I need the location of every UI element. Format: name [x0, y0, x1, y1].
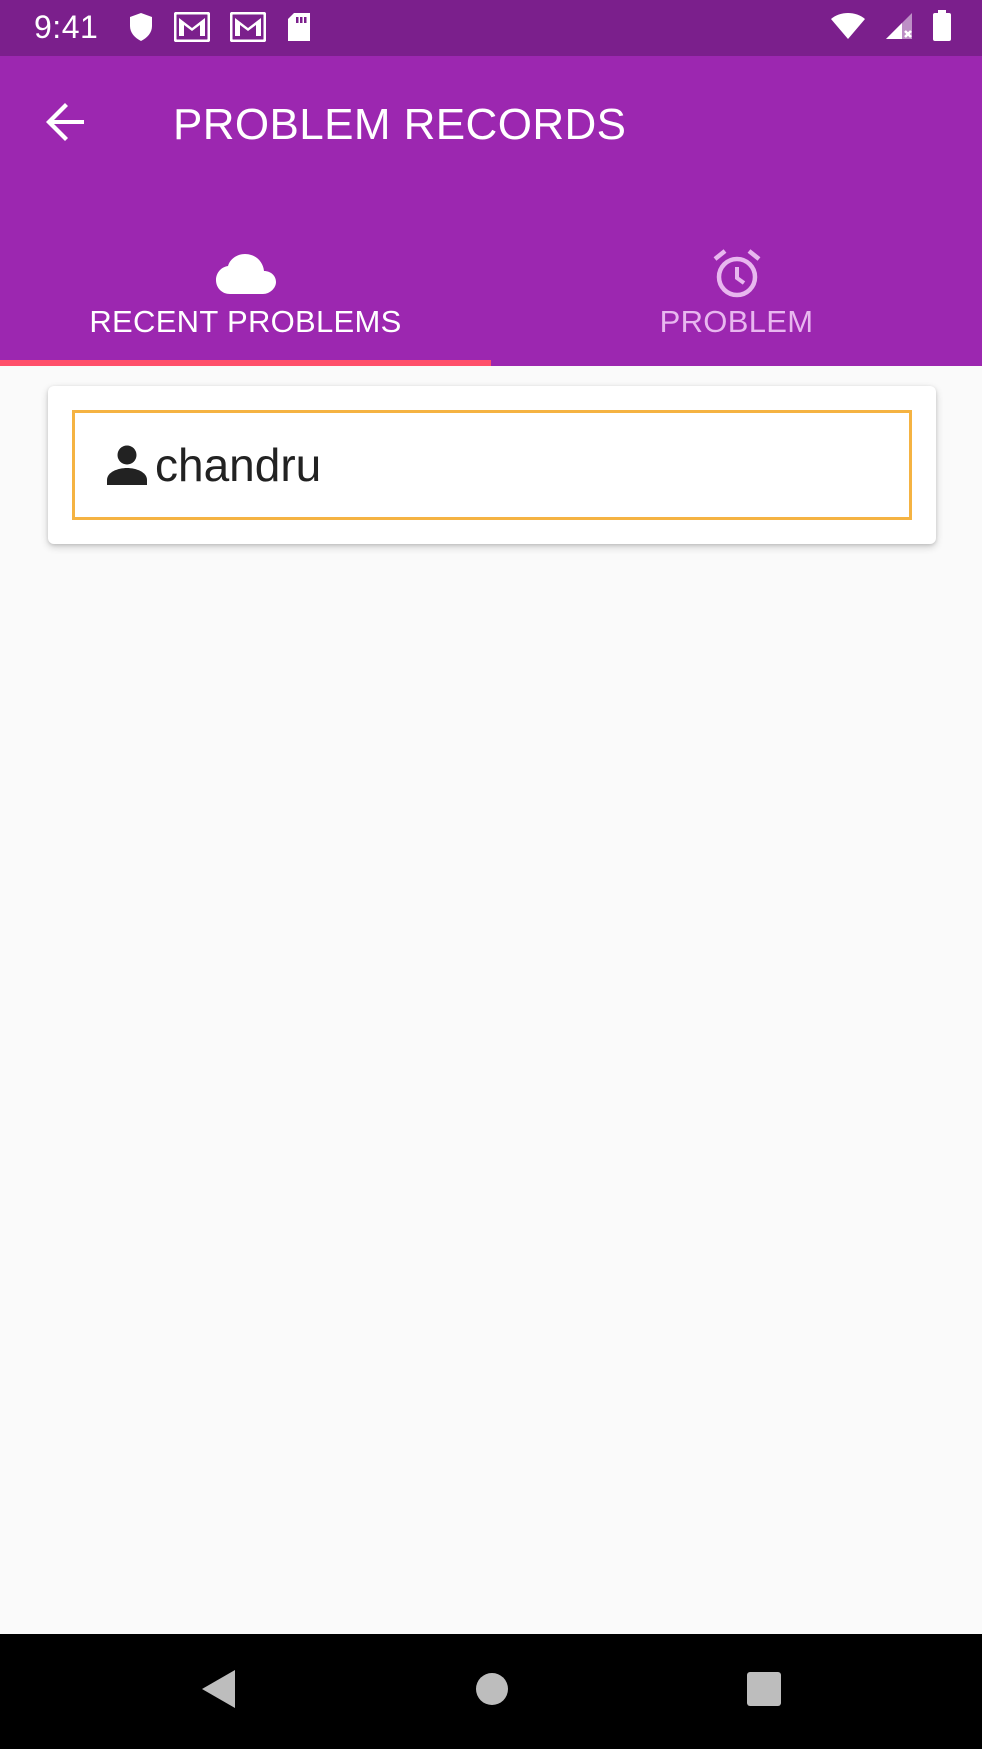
record-card: chandru: [48, 386, 936, 544]
tab-indicator: [0, 360, 491, 366]
status-bar: 9:41: [0, 0, 982, 56]
tab-label: PROBLEM: [659, 304, 814, 339]
nav-home-button[interactable]: [457, 1656, 527, 1726]
shield-icon: [128, 12, 154, 47]
status-icons-right: [830, 10, 952, 47]
nav-back-button[interactable]: [184, 1656, 254, 1726]
cell-signal-icon: [884, 11, 914, 46]
person-icon: [105, 443, 149, 487]
back-button[interactable]: [36, 94, 96, 154]
nav-recents-button[interactable]: [729, 1656, 799, 1726]
cloud-icon: [215, 253, 276, 295]
status-icons-left: [128, 11, 312, 47]
back-triangle-icon: [199, 1668, 239, 1715]
gmail-icon: [229, 11, 267, 47]
wifi-icon: [830, 12, 866, 45]
home-circle-icon: [474, 1671, 510, 1712]
recents-square-icon: [746, 1671, 782, 1712]
system-nav-bar: [0, 1634, 982, 1749]
record-name: chandru: [155, 439, 322, 491]
arrow-back-icon: [44, 100, 88, 149]
tab-recent-problems[interactable]: RECENT PROBLEMS: [0, 214, 491, 366]
gmail-icon: [173, 11, 211, 47]
app-bar: PROBLEM RECORDS RECENT PROBLEMS PROBLEM: [0, 56, 982, 366]
record-item[interactable]: chandru: [72, 410, 912, 520]
alarm-icon: [712, 249, 762, 299]
sd-card-icon: [286, 12, 312, 47]
tab-label: RECENT PROBLEMS: [89, 304, 402, 339]
tab-problem[interactable]: PROBLEM: [491, 214, 982, 366]
page-title: PROBLEM RECORDS: [173, 100, 627, 149]
status-time: 9:41: [34, 9, 99, 45]
battery-icon: [932, 10, 952, 47]
